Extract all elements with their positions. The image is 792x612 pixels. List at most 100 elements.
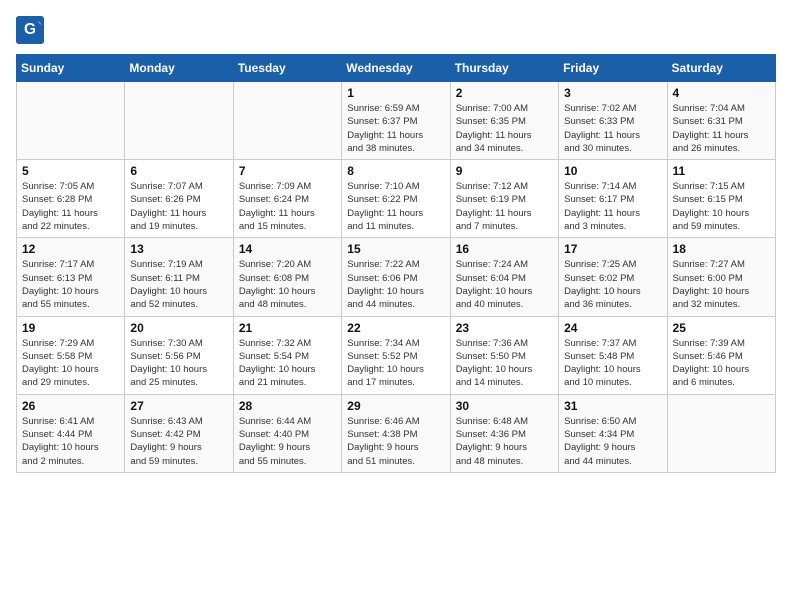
day-info: Sunrise: 7:24 AM Sunset: 6:04 PM Dayligh…	[456, 258, 553, 311]
day-number: 2	[456, 86, 553, 100]
day-number: 24	[564, 321, 661, 335]
day-info: Sunrise: 7:17 AM Sunset: 6:13 PM Dayligh…	[22, 258, 119, 311]
calendar-cell	[667, 394, 775, 472]
calendar-cell: 6Sunrise: 7:07 AM Sunset: 6:26 PM Daylig…	[125, 160, 233, 238]
calendar-cell: 12 Sunrise: 7:17 AM Sunset: 6:13 PM Dayli…	[17, 238, 125, 316]
calendar-cell	[17, 82, 125, 160]
day-info: Sunrise: 7:34 AM Sunset: 5:52 PM Dayligh…	[347, 337, 444, 390]
day-number: 19	[22, 321, 119, 335]
day-info: Sunrise: 7:25 AM Sunset: 6:02 PM Dayligh…	[564, 258, 661, 311]
calendar-cell	[233, 82, 341, 160]
day-number: 12	[22, 242, 119, 256]
calendar-cell: 7 Sunrise: 7:09 AM Sunset: 6:24 PM Daylig…	[233, 160, 341, 238]
calendar-header: SundayMondayTuesdayWednesdayThursdayFrid…	[17, 55, 776, 82]
calendar-cell: 9 Sunrise: 7:12 AM Sunset: 6:19 PM Daylig…	[450, 160, 558, 238]
day-info: Sunrise: 7:19 AM Sunset: 6:11 PM Dayligh…	[130, 258, 227, 311]
weekday-header-monday: Monday	[125, 55, 233, 82]
day-number: 20	[130, 321, 227, 335]
day-info: Sunrise: 7:30 AM Sunset: 5:56 PM Dayligh…	[130, 337, 227, 390]
calendar-cell: 25Sunrise: 7:39 AM Sunset: 5:46 PM Dayli…	[667, 316, 775, 394]
calendar-cell: 5Sunrise: 7:05 AM Sunset: 6:28 PM Daylig…	[17, 160, 125, 238]
weekday-header-tuesday: Tuesday	[233, 55, 341, 82]
day-number: 6	[130, 164, 227, 178]
weekday-row: SundayMondayTuesdayWednesdayThursdayFrid…	[17, 55, 776, 82]
day-info: Sunrise: 7:10 AM Sunset: 6:22 PM Dayligh…	[347, 180, 444, 233]
day-number: 31	[564, 399, 661, 413]
calendar-cell: 31 Sunrise: 6:50 AM Sunset: 4:34 PM Dayli…	[559, 394, 667, 472]
day-number: 7	[239, 164, 336, 178]
calendar-cell: 26 Sunrise: 6:41 AM Sunset: 4:44 PM Dayli…	[17, 394, 125, 472]
day-info: Sunrise: 7:32 AM Sunset: 5:54 PM Dayligh…	[239, 337, 336, 390]
day-number: 30	[456, 399, 553, 413]
calendar-week-3: 12 Sunrise: 7:17 AM Sunset: 6:13 PM Dayli…	[17, 238, 776, 316]
day-info: Sunrise: 7:09 AM Sunset: 6:24 PM Dayligh…	[239, 180, 336, 233]
calendar-cell: 21Sunrise: 7:32 AM Sunset: 5:54 PM Dayli…	[233, 316, 341, 394]
day-info: Sunrise: 7:14 AM Sunset: 6:17 PM Dayligh…	[564, 180, 661, 233]
day-info: Sunrise: 6:50 AM Sunset: 4:34 PM Dayligh…	[564, 415, 661, 468]
day-number: 5	[22, 164, 119, 178]
calendar-cell: 10 Sunrise: 7:14 AM Sunset: 6:17 PM Dayli…	[559, 160, 667, 238]
weekday-header-saturday: Saturday	[667, 55, 775, 82]
calendar-cell: 17 Sunrise: 7:25 AM Sunset: 6:02 PM Dayli…	[559, 238, 667, 316]
calendar-cell: 3Sunrise: 7:02 AM Sunset: 6:33 PM Daylig…	[559, 82, 667, 160]
calendar-cell: 27Sunrise: 6:43 AM Sunset: 4:42 PM Dayli…	[125, 394, 233, 472]
day-number: 10	[564, 164, 661, 178]
calendar-body: 1 Sunrise: 6:59 AM Sunset: 6:37 PM Daylig…	[17, 82, 776, 473]
day-info: Sunrise: 7:12 AM Sunset: 6:19 PM Dayligh…	[456, 180, 553, 233]
calendar-cell: 13 Sunrise: 7:19 AM Sunset: 6:11 PM Dayli…	[125, 238, 233, 316]
weekday-header-friday: Friday	[559, 55, 667, 82]
day-number: 15	[347, 242, 444, 256]
day-info: Sunrise: 6:59 AM Sunset: 6:37 PM Dayligh…	[347, 102, 444, 155]
calendar-week-5: 26 Sunrise: 6:41 AM Sunset: 4:44 PM Dayli…	[17, 394, 776, 472]
calendar-week-2: 5Sunrise: 7:05 AM Sunset: 6:28 PM Daylig…	[17, 160, 776, 238]
calendar-cell: 19 Sunrise: 7:29 AM Sunset: 5:58 PM Dayli…	[17, 316, 125, 394]
calendar-cell: 23 Sunrise: 7:36 AM Sunset: 5:50 PM Dayli…	[450, 316, 558, 394]
day-number: 14	[239, 242, 336, 256]
logo-icon: G	[16, 16, 44, 44]
calendar-week-1: 1 Sunrise: 6:59 AM Sunset: 6:37 PM Daylig…	[17, 82, 776, 160]
day-info: Sunrise: 6:46 AM Sunset: 4:38 PM Dayligh…	[347, 415, 444, 468]
calendar-cell: 24 Sunrise: 7:37 AM Sunset: 5:48 PM Dayli…	[559, 316, 667, 394]
day-number: 1	[347, 86, 444, 100]
day-info: Sunrise: 7:00 AM Sunset: 6:35 PM Dayligh…	[456, 102, 553, 155]
day-number: 9	[456, 164, 553, 178]
calendar-cell: 29Sunrise: 6:46 AM Sunset: 4:38 PM Dayli…	[342, 394, 450, 472]
day-number: 16	[456, 242, 553, 256]
calendar-cell: 1 Sunrise: 6:59 AM Sunset: 6:37 PM Daylig…	[342, 82, 450, 160]
calendar-cell: 14 Sunrise: 7:20 AM Sunset: 6:08 PM Dayli…	[233, 238, 341, 316]
weekday-header-sunday: Sunday	[17, 55, 125, 82]
calendar-cell: 28 Sunrise: 6:44 AM Sunset: 4:40 PM Dayli…	[233, 394, 341, 472]
day-number: 28	[239, 399, 336, 413]
day-info: Sunrise: 7:20 AM Sunset: 6:08 PM Dayligh…	[239, 258, 336, 311]
weekday-header-wednesday: Wednesday	[342, 55, 450, 82]
day-info: Sunrise: 7:22 AM Sunset: 6:06 PM Dayligh…	[347, 258, 444, 311]
weekday-header-thursday: Thursday	[450, 55, 558, 82]
calendar-cell	[125, 82, 233, 160]
day-info: Sunrise: 6:41 AM Sunset: 4:44 PM Dayligh…	[22, 415, 119, 468]
day-number: 26	[22, 399, 119, 413]
calendar-cell: 4 Sunrise: 7:04 AM Sunset: 6:31 PM Daylig…	[667, 82, 775, 160]
day-info: Sunrise: 7:37 AM Sunset: 5:48 PM Dayligh…	[564, 337, 661, 390]
calendar-cell: 16 Sunrise: 7:24 AM Sunset: 6:04 PM Dayli…	[450, 238, 558, 316]
calendar-cell: 18Sunrise: 7:27 AM Sunset: 6:00 PM Dayli…	[667, 238, 775, 316]
calendar-week-4: 19 Sunrise: 7:29 AM Sunset: 5:58 PM Dayli…	[17, 316, 776, 394]
day-info: Sunrise: 7:15 AM Sunset: 6:15 PM Dayligh…	[673, 180, 770, 233]
day-info: Sunrise: 7:29 AM Sunset: 5:58 PM Dayligh…	[22, 337, 119, 390]
day-info: Sunrise: 6:48 AM Sunset: 4:36 PM Dayligh…	[456, 415, 553, 468]
day-number: 13	[130, 242, 227, 256]
day-number: 17	[564, 242, 661, 256]
day-info: Sunrise: 6:44 AM Sunset: 4:40 PM Dayligh…	[239, 415, 336, 468]
day-number: 4	[673, 86, 770, 100]
page-header: G	[16, 16, 776, 44]
day-number: 18	[673, 242, 770, 256]
day-info: Sunrise: 7:36 AM Sunset: 5:50 PM Dayligh…	[456, 337, 553, 390]
calendar-cell: 8 Sunrise: 7:10 AM Sunset: 6:22 PM Daylig…	[342, 160, 450, 238]
day-number: 11	[673, 164, 770, 178]
calendar-table: SundayMondayTuesdayWednesdayThursdayFrid…	[16, 54, 776, 473]
day-number: 8	[347, 164, 444, 178]
calendar-cell: 11 Sunrise: 7:15 AM Sunset: 6:15 PM Dayli…	[667, 160, 775, 238]
calendar-cell: 15 Sunrise: 7:22 AM Sunset: 6:06 PM Dayli…	[342, 238, 450, 316]
day-number: 23	[456, 321, 553, 335]
calendar-cell: 22Sunrise: 7:34 AM Sunset: 5:52 PM Dayli…	[342, 316, 450, 394]
day-info: Sunrise: 7:04 AM Sunset: 6:31 PM Dayligh…	[673, 102, 770, 155]
